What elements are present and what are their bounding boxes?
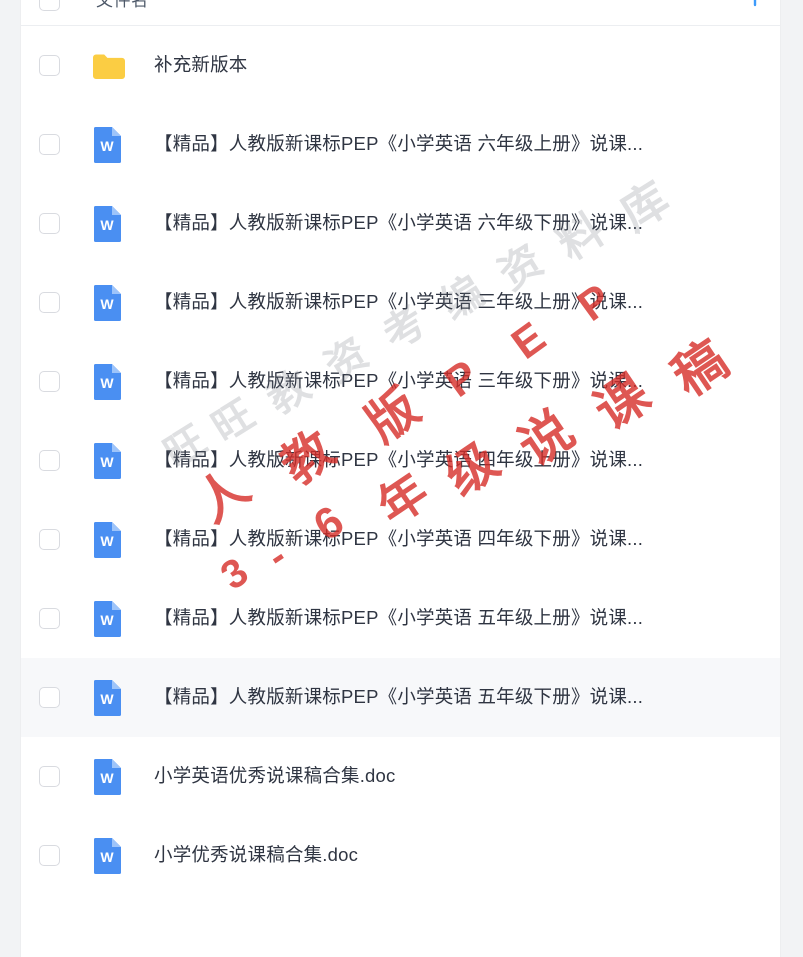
svg-text:W: W bbox=[100, 691, 114, 707]
file-name[interactable]: 【精品】人教版新课标PEP《小学英语 五年级上册》说课... bbox=[154, 607, 643, 629]
svg-text:W: W bbox=[100, 454, 114, 470]
row-checkbox[interactable] bbox=[39, 292, 60, 313]
row-checkbox[interactable] bbox=[39, 450, 60, 471]
word-file-icon: W bbox=[92, 758, 126, 796]
file-row[interactable]: W 【精品】人教版新课标PEP《小学英语 四年级上册》说课... bbox=[21, 421, 780, 500]
row-checkbox[interactable] bbox=[39, 55, 60, 76]
file-row[interactable]: W 【精品】人教版新课标PEP《小学英语 六年级上册》说课... bbox=[21, 105, 780, 184]
file-row[interactable]: W 【精品】人教版新课标PEP《小学英语 六年级下册》说课... bbox=[21, 184, 780, 263]
svg-text:W: W bbox=[100, 770, 114, 786]
svg-text:W: W bbox=[100, 217, 114, 233]
select-all-checkbox[interactable] bbox=[39, 0, 60, 11]
file-list-panel: 文件名 补充新版本 W 【精品】人教版新课标PEP《小学英语 六年级上册》说课...… bbox=[20, 0, 781, 957]
file-browser-page: 文件名 补充新版本 W 【精品】人教版新课标PEP《小学英语 六年级上册》说课...… bbox=[0, 0, 803, 957]
row-checkbox[interactable] bbox=[39, 371, 60, 392]
row-checkbox[interactable] bbox=[39, 608, 60, 629]
row-checkbox[interactable] bbox=[39, 687, 60, 708]
word-file-icon: W bbox=[92, 126, 126, 164]
word-file-icon: W bbox=[92, 600, 126, 638]
svg-text:W: W bbox=[100, 138, 114, 154]
file-row[interactable]: W 【精品】人教版新课标PEP《小学英语 三年级下册》说课... bbox=[21, 342, 780, 421]
word-file-icon: W bbox=[92, 363, 126, 401]
file-name[interactable]: 【精品】人教版新课标PEP《小学英语 三年级上册》说课... bbox=[154, 291, 643, 313]
word-file-icon: W bbox=[92, 205, 126, 243]
word-file-icon: W bbox=[92, 442, 126, 480]
file-row[interactable]: W 小学优秀说课稿合集.doc bbox=[21, 816, 780, 895]
file-row[interactable]: W 【精品】人教版新课标PEP《小学英语 三年级上册》说课... bbox=[21, 263, 780, 342]
file-name[interactable]: 【精品】人教版新课标PEP《小学英语 四年级上册》说课... bbox=[154, 449, 643, 471]
file-row[interactable]: W 【精品】人教版新课标PEP《小学英语 四年级下册》说课... bbox=[21, 500, 780, 579]
svg-text:W: W bbox=[100, 612, 114, 628]
row-checkbox[interactable] bbox=[39, 845, 60, 866]
file-row-list: 补充新版本 W 【精品】人教版新课标PEP《小学英语 六年级上册》说课... W 【精品… bbox=[21, 26, 780, 895]
file-name[interactable]: 【精品】人教版新课标PEP《小学英语 六年级上册》说课... bbox=[154, 133, 643, 155]
row-checkbox[interactable] bbox=[39, 134, 60, 155]
file-list-header: 文件名 bbox=[21, 0, 780, 26]
file-row[interactable]: W 【精品】人教版新课标PEP《小学英语 五年级下册》说课... bbox=[21, 658, 780, 737]
page-gutter-left bbox=[0, 0, 20, 957]
file-name[interactable]: 【精品】人教版新课标PEP《小学英语 五年级下册》说课... bbox=[154, 686, 643, 708]
file-name[interactable]: 【精品】人教版新课标PEP《小学英语 四年级下册》说课... bbox=[154, 528, 643, 550]
sort-ascending-arrow-icon[interactable] bbox=[746, 0, 764, 13]
svg-text:W: W bbox=[100, 375, 114, 391]
word-file-icon: W bbox=[92, 679, 126, 717]
file-name[interactable]: 【精品】人教版新课标PEP《小学英语 六年级下册》说课... bbox=[154, 212, 643, 234]
file-name[interactable]: 小学英语优秀说课稿合集.doc bbox=[154, 765, 395, 787]
file-name[interactable]: 【精品】人教版新课标PEP《小学英语 三年级下册》说课... bbox=[154, 370, 643, 392]
page-gutter-right bbox=[781, 0, 803, 957]
file-row[interactable]: W 【精品】人教版新课标PEP《小学英语 五年级上册》说课... bbox=[21, 579, 780, 658]
svg-text:W: W bbox=[100, 533, 114, 549]
word-file-icon: W bbox=[92, 284, 126, 322]
row-checkbox[interactable] bbox=[39, 213, 60, 234]
file-row[interactable]: 补充新版本 bbox=[21, 26, 780, 105]
row-checkbox[interactable] bbox=[39, 766, 60, 787]
svg-text:W: W bbox=[100, 849, 114, 865]
file-row[interactable]: W 小学英语优秀说课稿合集.doc bbox=[21, 737, 780, 816]
file-name[interactable]: 补充新版本 bbox=[154, 54, 248, 76]
column-header-filename: 文件名 bbox=[96, 0, 149, 10]
row-checkbox[interactable] bbox=[39, 529, 60, 550]
file-name[interactable]: 小学优秀说课稿合集.doc bbox=[154, 844, 358, 866]
folder-icon bbox=[92, 47, 126, 85]
svg-text:W: W bbox=[100, 296, 114, 312]
word-file-icon: W bbox=[92, 837, 126, 875]
word-file-icon: W bbox=[92, 521, 126, 559]
